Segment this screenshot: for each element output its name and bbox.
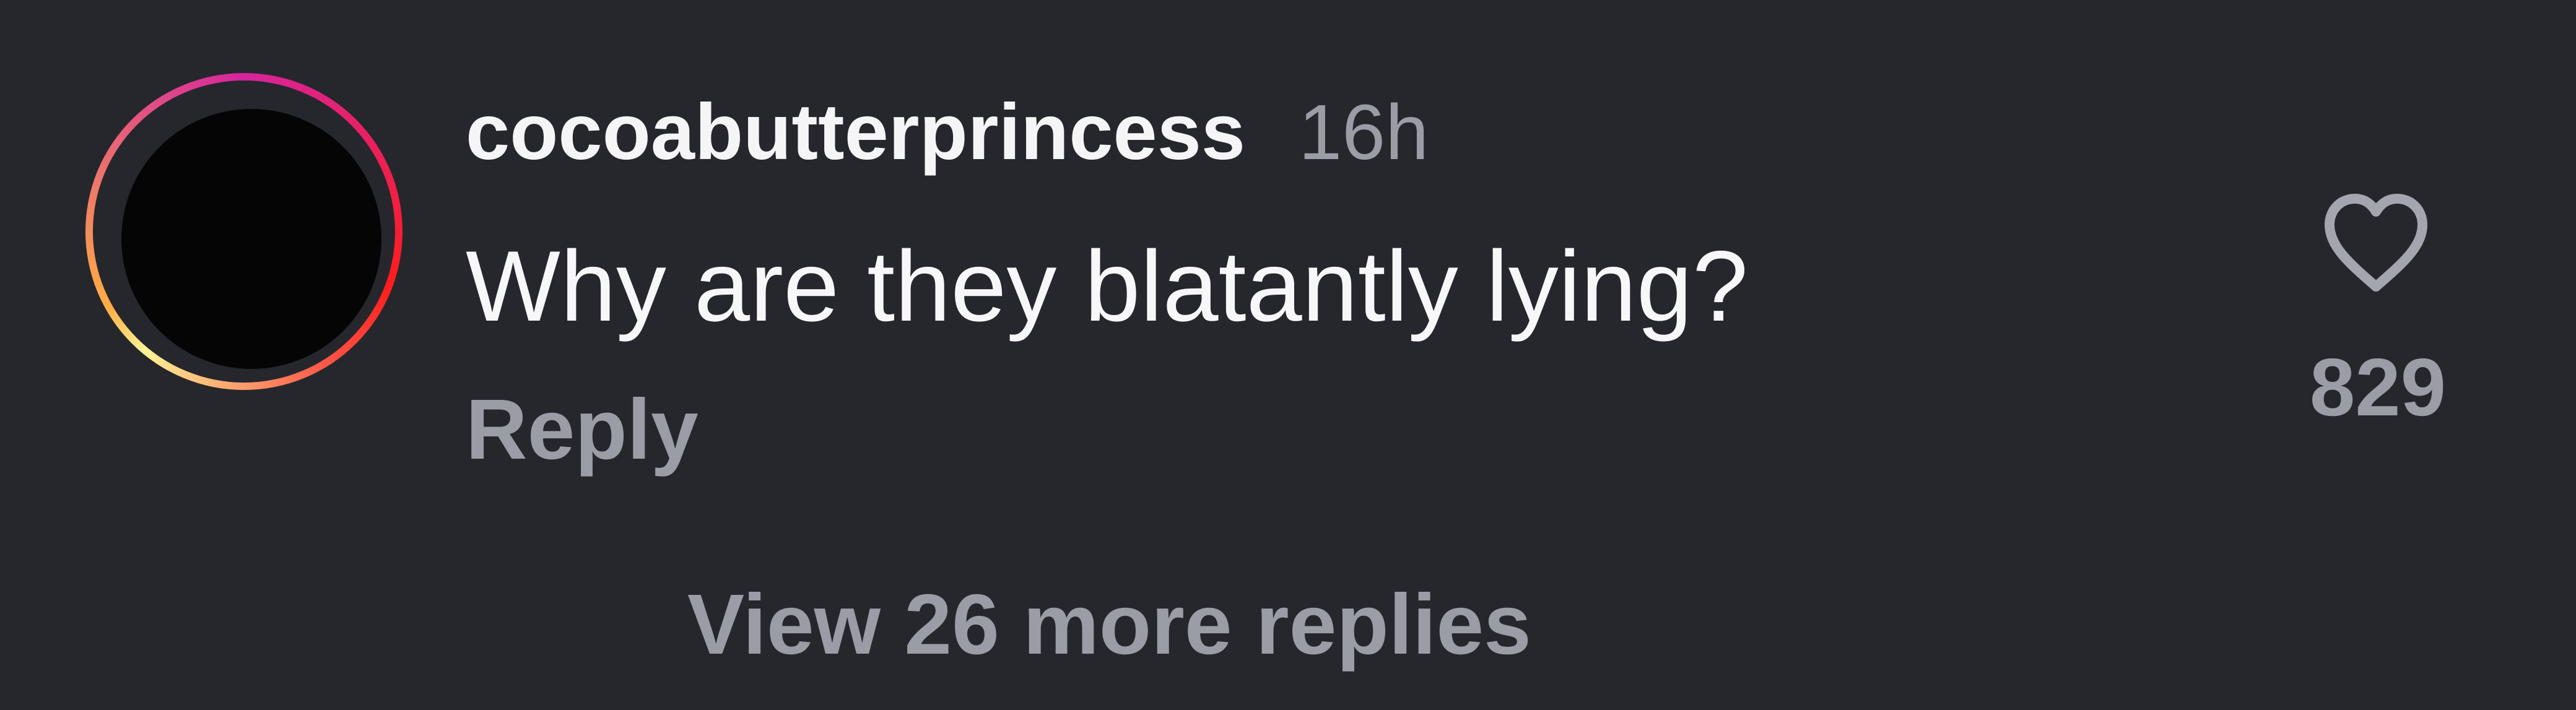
comment-text: Why are they blatantly lying? (466, 230, 1749, 342)
comment-header: cocoabutterprincess 16h (466, 87, 1429, 176)
view-more-replies-button[interactable]: View 26 more replies (687, 576, 1531, 674)
avatar-story-ring[interactable] (85, 73, 402, 390)
like-button[interactable] (2317, 189, 2435, 300)
avatar (121, 109, 381, 369)
avatar-ring-gap (93, 80, 395, 383)
comment-item: cocoabutterprincess 16h Why are they bla… (0, 0, 2576, 710)
heart-outline-icon (2325, 194, 2427, 292)
comment-timestamp: 16h (1299, 89, 1429, 176)
like-count: 829 (2309, 342, 2447, 433)
username[interactable]: cocoabutterprincess (466, 87, 1245, 178)
reply-button[interactable]: Reply (466, 381, 698, 479)
